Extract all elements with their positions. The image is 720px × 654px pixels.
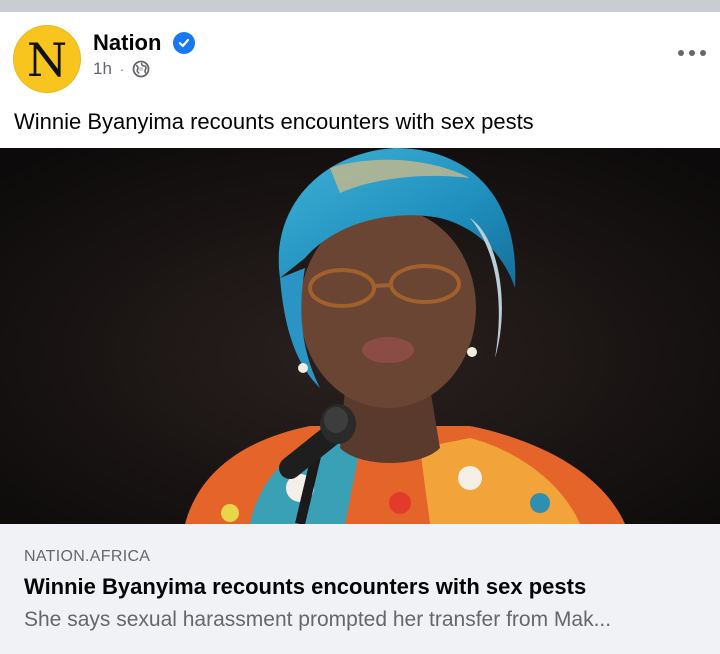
avatar-logo-letter: N [26, 33, 68, 87]
post-timestamp[interactable]: 1h [93, 59, 112, 79]
post-header: N Nation 1h · [0, 12, 720, 102]
article-photo[interactable] [0, 148, 720, 524]
link-domain: NATION.AFRICA [24, 548, 151, 565]
verified-badge-icon [173, 32, 195, 54]
page-name[interactable]: Nation [93, 30, 161, 56]
globe-icon[interactable] [132, 60, 150, 78]
link-preview-card[interactable]: NATION.AFRICA Winnie Byanyima recounts e… [0, 148, 720, 654]
page-avatar[interactable]: N [13, 25, 81, 93]
link-headline[interactable]: Winnie Byanyima recounts encounters with… [24, 574, 586, 600]
more-options-icon[interactable] [678, 46, 706, 60]
meta-separator: · [119, 61, 125, 77]
post-meta: 1h · [93, 59, 150, 79]
post-text: Winnie Byanyima recounts encounters with… [14, 109, 534, 134]
link-description: She says sexual harassment prompted her … [24, 608, 612, 631]
link-card-footer[interactable]: NATION.AFRICA Winnie Byanyima recounts e… [0, 524, 720, 654]
feed-divider [0, 0, 720, 12]
